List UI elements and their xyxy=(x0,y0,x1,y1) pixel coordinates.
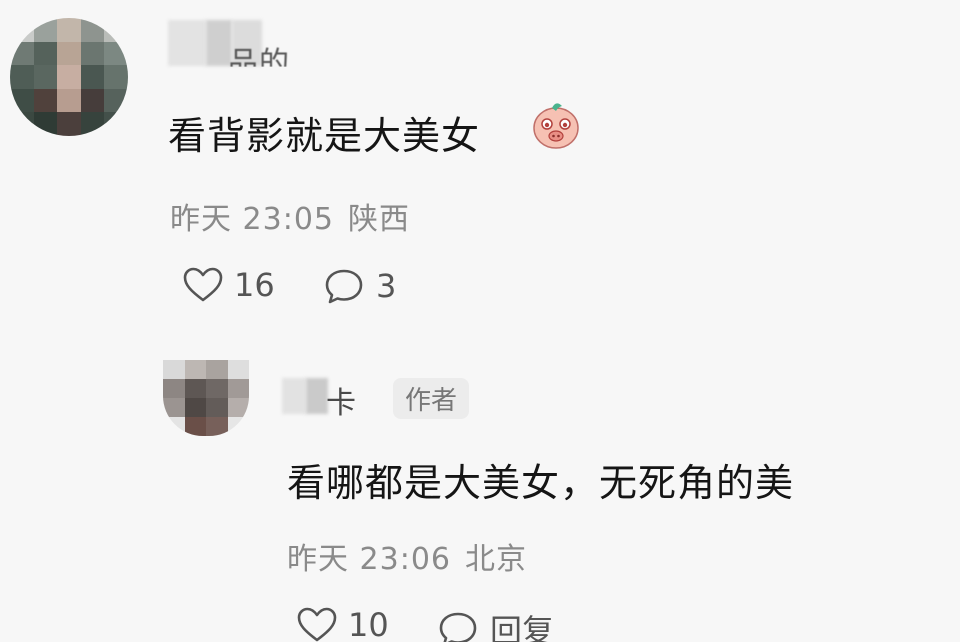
reply-button[interactable]: 回复 xyxy=(436,606,554,642)
username-tail: 品的 xyxy=(228,46,290,81)
pig-face-emoji-icon xyxy=(533,103,579,149)
comment-text: 看背影就是大美女 xyxy=(168,114,481,158)
author-badge: 作者 xyxy=(393,378,470,419)
like-button[interactable]: 10 xyxy=(296,606,389,642)
reply-count: 3 xyxy=(376,267,397,305)
comment-location: 陕西 xyxy=(348,202,410,237)
comment-location: 北京 xyxy=(465,542,527,577)
comment-time: 昨天 23:05 xyxy=(170,202,334,237)
comment-meta: 昨天 23:05 陕西 xyxy=(170,194,410,238)
reply-count-button[interactable]: 3 xyxy=(322,266,396,306)
heart-icon xyxy=(183,267,223,302)
comment-time: 昨天 23:06 xyxy=(287,542,451,577)
username-tail: 卡 xyxy=(326,386,356,421)
like-button[interactable]: 16 xyxy=(182,266,275,304)
heart-icon xyxy=(297,607,337,642)
comment-meta: 昨天 23:06 北京 xyxy=(287,534,527,578)
avatar[interactable] xyxy=(10,18,128,136)
comment-text: 看哪都是大美女，无死角的美 xyxy=(287,461,795,505)
comment-bubble-icon xyxy=(439,612,477,642)
like-count: 16 xyxy=(234,266,275,304)
avatar[interactable] xyxy=(163,360,249,436)
comment-thread: 品的 看背影就是大美女 昨天 23:05 陕西 16 3 卡 作者 看哪都是大美… xyxy=(0,0,960,642)
comment-bubble-icon xyxy=(325,269,363,304)
like-count: 10 xyxy=(348,606,389,642)
reply-label: 回复 xyxy=(490,612,555,642)
